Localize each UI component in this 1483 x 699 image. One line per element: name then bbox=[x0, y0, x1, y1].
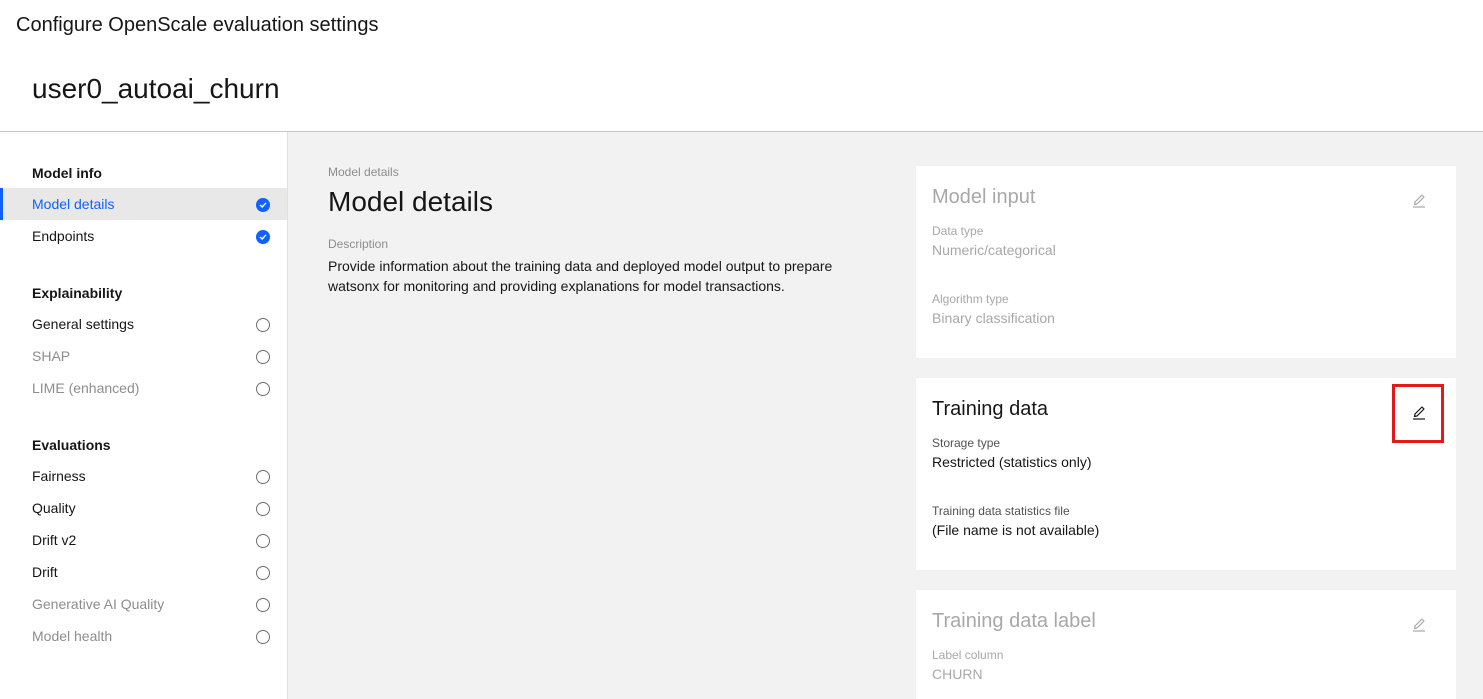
model-name: user0_autoai_churn bbox=[32, 73, 280, 104]
field-value: CHURN bbox=[932, 666, 983, 682]
field-value: Restricted (statistics only) bbox=[932, 454, 1092, 470]
sidebar-item-label: Endpoints bbox=[32, 228, 95, 244]
checkmark-filled-icon bbox=[256, 198, 270, 212]
field-value: Numeric/categorical bbox=[932, 242, 1056, 258]
circle-outline-icon bbox=[256, 350, 270, 364]
edit-icon bbox=[1413, 406, 1425, 420]
circle-outline-icon bbox=[256, 566, 270, 580]
circle-outline-icon bbox=[256, 534, 270, 548]
sidebar-item-model-details[interactable]: Model details bbox=[0, 188, 287, 220]
sidebar-item-quality[interactable]: Quality bbox=[0, 492, 287, 524]
checkmark-filled-icon bbox=[256, 230, 270, 244]
sidebar-group-evaluations: Evaluations bbox=[32, 437, 111, 453]
card-title: Training data bbox=[932, 398, 1048, 420]
training-data-label-card: Training data label Label column CHURN bbox=[916, 590, 1456, 699]
field-label: Training data statistics file bbox=[932, 504, 1070, 518]
training-data-card: Training data Storage type Restricted (s… bbox=[916, 378, 1456, 570]
model-input-card: Model input Data type Numeric/categorica… bbox=[916, 166, 1456, 358]
page-title: Model details bbox=[328, 186, 493, 217]
field-label: Algorithm type bbox=[932, 292, 1009, 306]
sidebar-item-label: Model health bbox=[32, 628, 113, 644]
sidebar-item-label: SHAP bbox=[32, 348, 71, 364]
sidebar-item-endpoints[interactable]: Endpoints bbox=[0, 220, 287, 252]
sidebar-item-model-health[interactable]: Model health bbox=[0, 620, 287, 652]
edit-model-input-button[interactable] bbox=[1405, 187, 1433, 215]
sidebar-item-shap[interactable]: SHAP bbox=[0, 340, 287, 372]
circle-outline-icon bbox=[256, 382, 270, 396]
circle-outline-icon bbox=[256, 630, 270, 644]
sidebar-item-label: Drift bbox=[32, 564, 58, 580]
field-label: Label column bbox=[932, 648, 1004, 662]
edit-icon bbox=[1413, 194, 1425, 208]
field-value: (File name is not available) bbox=[932, 522, 1100, 538]
sidebar-item-fairness[interactable]: Fairness bbox=[0, 460, 287, 492]
description-label: Description bbox=[328, 237, 389, 251]
sidebar-item-drift[interactable]: Drift bbox=[0, 556, 287, 588]
sidebar: Model info Model details Endpoints Expla… bbox=[0, 132, 288, 699]
field-label: Data type bbox=[932, 224, 984, 238]
sidebar-item-label: Drift v2 bbox=[32, 532, 77, 548]
card-title: Model input bbox=[932, 186, 1036, 208]
sidebar-item-label: Quality bbox=[32, 500, 76, 516]
sidebar-item-general-settings[interactable]: General settings bbox=[0, 308, 287, 340]
sidebar-item-lime[interactable]: LIME (enhanced) bbox=[0, 372, 287, 404]
circle-outline-icon bbox=[256, 318, 270, 332]
sidebar-item-label: General settings bbox=[32, 316, 134, 332]
field-value: Binary classification bbox=[932, 310, 1055, 326]
app-title: Configure OpenScale evaluation settings bbox=[16, 14, 379, 36]
sidebar-item-label: Fairness bbox=[32, 468, 86, 484]
circle-outline-icon bbox=[256, 502, 270, 516]
field-label: Storage type bbox=[932, 436, 1001, 450]
circle-outline-icon bbox=[256, 598, 270, 612]
sidebar-item-label: LIME (enhanced) bbox=[32, 380, 140, 396]
edit-training-label-button[interactable] bbox=[1405, 611, 1433, 639]
description-text: Provide information about the training d… bbox=[328, 258, 833, 294]
sidebar-group-model-info: Model info bbox=[32, 165, 102, 181]
edit-training-data-button[interactable] bbox=[1392, 384, 1444, 443]
sidebar-item-drift-v2[interactable]: Drift v2 bbox=[0, 524, 287, 556]
sidebar-item-generative-ai-quality[interactable]: Generative AI Quality bbox=[0, 588, 287, 620]
edit-icon bbox=[1413, 618, 1425, 632]
breadcrumb: Model details bbox=[328, 165, 399, 179]
circle-outline-icon bbox=[256, 470, 270, 484]
card-title: Training data label bbox=[932, 610, 1096, 632]
sidebar-group-explainability: Explainability bbox=[32, 285, 123, 301]
sidebar-item-label: Model details bbox=[32, 196, 115, 212]
main-content: Model details Model details Description … bbox=[288, 132, 1483, 699]
sidebar-item-label: Generative AI Quality bbox=[32, 596, 165, 612]
